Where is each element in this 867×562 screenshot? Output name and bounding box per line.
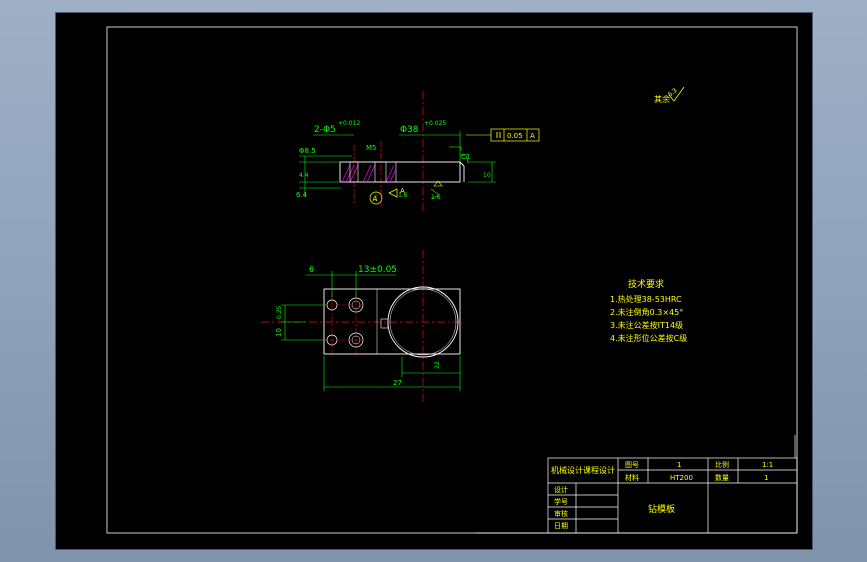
dim-bore: Φ38 xyxy=(400,125,419,135)
title-material-label: 材料 xyxy=(625,473,639,482)
roughness-b: 1.6 xyxy=(431,194,441,201)
section-dim-lines xyxy=(299,131,496,201)
geo-tolerance-frame: 0.05 A xyxy=(466,128,540,142)
tech-requirement-item: 4.未注形位公差按C级 xyxy=(610,333,687,343)
title-material: HT200 xyxy=(670,474,693,482)
dim-plan-vertical-b: 0.25 xyxy=(276,305,283,319)
title-quantity: 1 xyxy=(764,474,768,482)
hole-section-b xyxy=(374,161,387,183)
drawing-canvas[interactable]: 2-Φ5 +0.012 Φ38 +0.025 Φ8.5 M5 4.4 6.4 C… xyxy=(56,13,812,549)
section-view[interactable]: 2-Φ5 +0.012 Φ38 +0.025 Φ8.5 M5 4.4 6.4 C… xyxy=(296,91,540,211)
title-scale-label: 比例 xyxy=(715,460,729,469)
dim-depth-small: 4.4 xyxy=(299,172,309,179)
dim-thickness: 10 xyxy=(483,172,491,179)
dim-thread: M5 xyxy=(366,144,377,152)
tech-requirement-item: 2.未注倒角0.3×45° xyxy=(610,307,683,317)
dim-counterbore: Φ8.5 xyxy=(299,147,316,155)
tech-requirements: 技术要求 1.热处理38-53HRC 2.未注倒角0.3×45° 3.未注公差按… xyxy=(610,278,687,343)
title-part-name: 钻模板 xyxy=(648,503,675,515)
tech-requirement-item: 1.热处理38-53HRC xyxy=(610,294,682,304)
plan-outline xyxy=(323,288,461,355)
dim-holes-tolerance: +0.012 xyxy=(338,120,360,127)
roughness-note: 其余 6.3 xyxy=(654,86,685,104)
geo-tolerance-datum: A xyxy=(530,132,535,140)
title-scale: 1:1 xyxy=(762,461,773,469)
drawing-frame xyxy=(106,26,798,534)
geo-tolerance-value: 0.05 xyxy=(507,132,523,140)
tech-requirements-title: 技术要求 xyxy=(628,278,664,290)
dim-plan-bottom-total: 27 xyxy=(393,379,402,387)
title-course: 机械设计课程设计 xyxy=(551,465,615,475)
section-arrow-icon xyxy=(388,188,398,198)
drawing-border xyxy=(106,26,798,534)
title-row-label: 设计 xyxy=(554,485,568,494)
dim-plan-top: 13±0.05 xyxy=(358,265,397,275)
dim-chamfer: C1 xyxy=(461,153,470,161)
dim-depth-large: 6.4 xyxy=(296,191,308,199)
title-row-label: 审核 xyxy=(554,509,568,518)
title-row-label: 日期 xyxy=(554,522,568,530)
cad-viewport[interactable]: 2-Φ5 +0.012 Φ38 +0.025 Φ8.5 M5 4.4 6.4 C… xyxy=(56,13,812,549)
dim-plan-left: 6 xyxy=(309,265,314,274)
title-drawing-no-label: 图号 xyxy=(625,461,639,469)
datum-a-letter: A xyxy=(373,195,378,203)
dim-plan-vertical: 10 xyxy=(275,328,283,337)
title-block[interactable] xyxy=(476,435,798,534)
dim-holes: 2-Φ5 xyxy=(314,125,336,135)
plan-slot-mark xyxy=(380,318,389,329)
dim-plan-bottom-partial: 22 xyxy=(434,361,441,369)
chamfer-edge xyxy=(459,161,465,167)
plan-view[interactable]: 6 13±0.05 10 0.25 27 22 xyxy=(261,250,461,403)
section-label: A xyxy=(400,187,405,195)
title-quantity-label: 数量 xyxy=(715,473,729,482)
dim-bore-tolerance: +0.025 xyxy=(424,120,446,127)
title-row-label: 学号 xyxy=(554,497,568,506)
title-drawing-no: 1 xyxy=(677,461,681,469)
tech-requirement-item: 3.未注公差按IT14级 xyxy=(610,320,683,330)
